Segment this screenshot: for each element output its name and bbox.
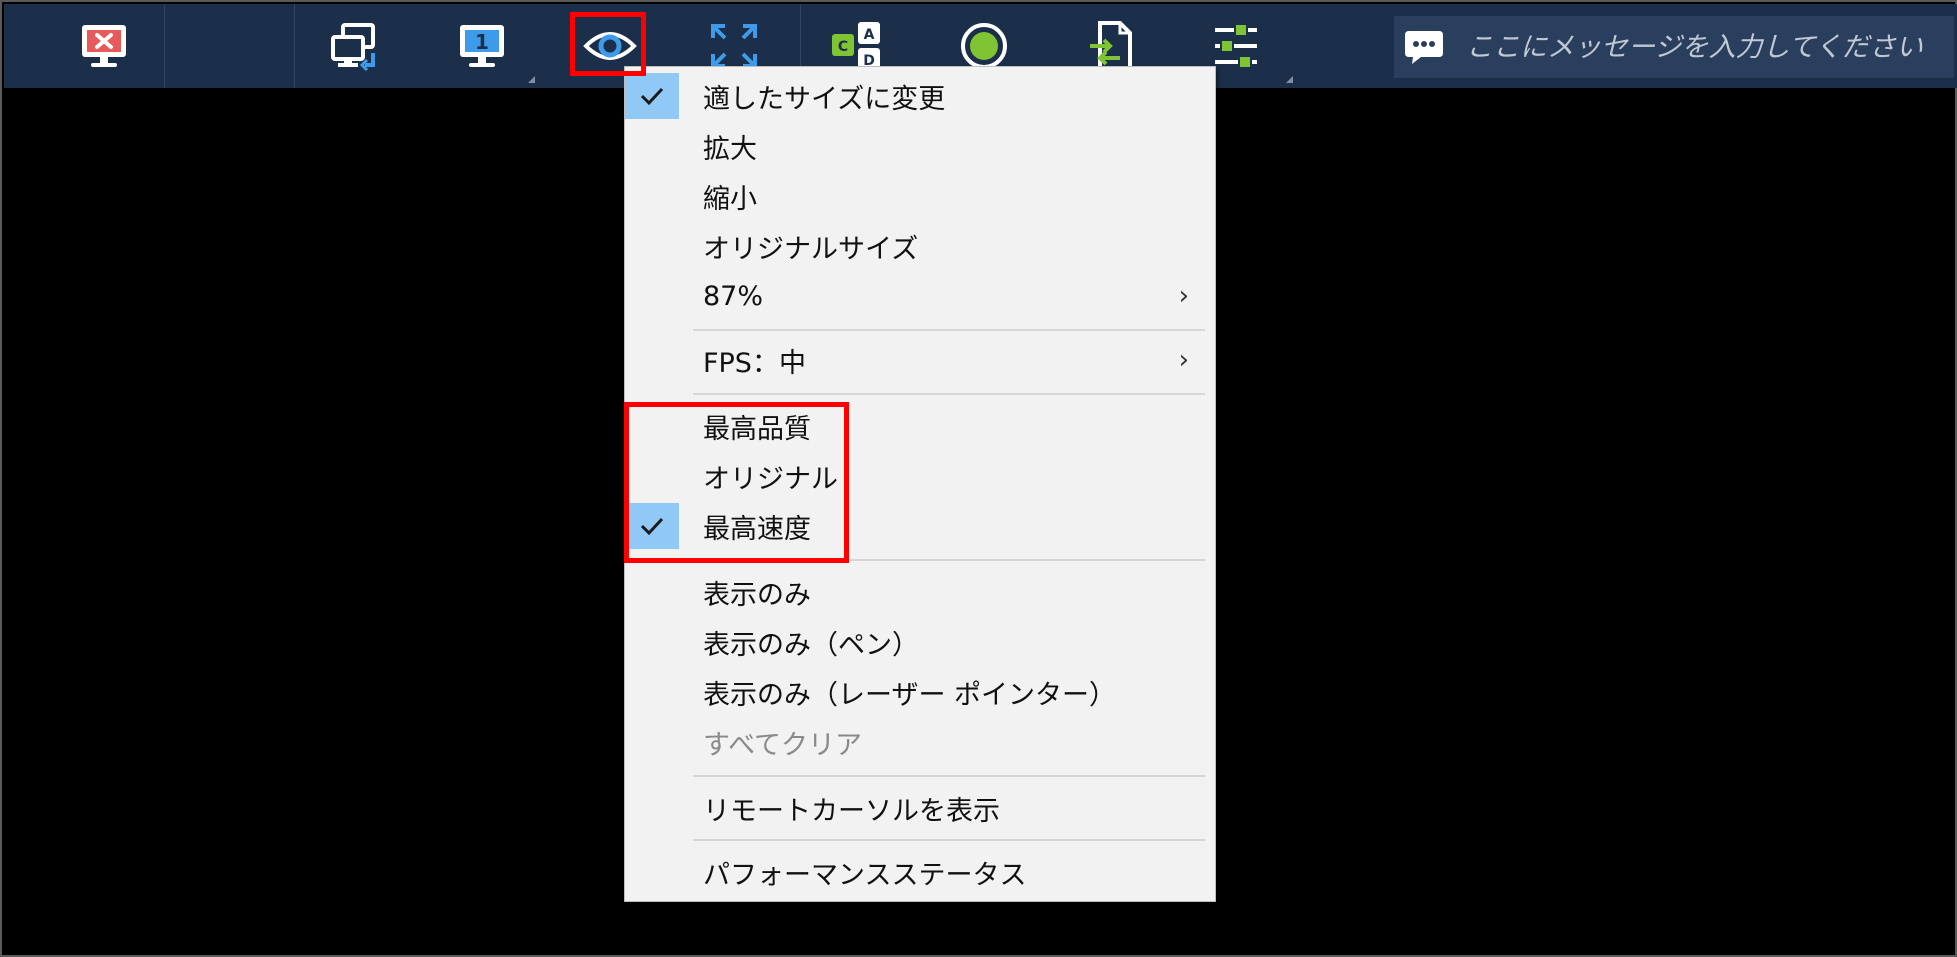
menu-separator (693, 393, 1205, 395)
sliders-settings-icon (1215, 23, 1257, 69)
toolbar-separator (294, 4, 295, 88)
highlight-box-view-button (570, 12, 646, 76)
menu-item-fps[interactable]: FPS：中 › (625, 335, 1215, 385)
menu-item-original-size[interactable]: オリジナルサイズ (625, 221, 1215, 271)
menu-item-view-only[interactable]: 表示のみ (625, 567, 1215, 617)
menu-item-label: リモートカーソルを表示 (703, 795, 1000, 827)
menu-item-label: 適したサイズに変更 (703, 83, 946, 115)
checkmark-icon (625, 73, 679, 119)
highlight-box-quality-options (624, 402, 849, 563)
monitor-dropdown-arrow[interactable] (528, 76, 535, 83)
menu-item-label: 縮小 (703, 183, 757, 215)
menu-item-performance-status[interactable]: パフォーマンスステータス (625, 847, 1215, 897)
chat-message-input[interactable] (1454, 16, 1954, 78)
submenu-chevron-icon: › (1178, 281, 1189, 311)
menu-item-label: 87% (703, 280, 764, 312)
monitor-select-button[interactable]: 1 (446, 14, 518, 78)
menu-item-label: すべてクリア (703, 729, 863, 761)
disconnect-button[interactable] (68, 14, 140, 78)
menu-item-fit-size[interactable]: 適したサイズに変更 (625, 71, 1215, 121)
menu-item-label: パフォーマンスステータス (703, 859, 1027, 891)
switch-monitor-button[interactable] (320, 14, 392, 78)
monitor-close-icon (82, 25, 126, 67)
menu-item-zoom-in[interactable]: 拡大 (625, 121, 1215, 171)
menu-separator (693, 329, 1205, 331)
record-circle-icon (961, 23, 1007, 69)
remote-desktop-window: 1 C A D ここにメッセージを入力してください 適したサイズに変更 拡大 縮… (0, 0, 1957, 957)
settings-dropdown-arrow[interactable] (1286, 76, 1293, 83)
svg-text:A: A (864, 27, 875, 43)
menu-item-label: 表示のみ（レーザー ポインター） (703, 679, 1117, 711)
monitor-switch-icon (331, 23, 375, 71)
menu-item-label: 表示のみ (703, 579, 811, 611)
keyboard-keys-icon: C A D (832, 22, 880, 70)
monitor-number: 1 (475, 30, 489, 54)
menu-item-view-only-pen[interactable]: 表示のみ（ペン） (625, 617, 1215, 667)
monitor-number-icon: 1 (460, 25, 504, 67)
file-transfer-icon (1090, 21, 1132, 71)
menu-separator (693, 775, 1205, 777)
menu-item-zoom-out[interactable]: 縮小 (625, 171, 1215, 221)
menu-item-zoom-percent[interactable]: 87% › (625, 271, 1215, 321)
menu-item-label: FPS：中 (703, 347, 806, 379)
menu-item-view-only-laser[interactable]: 表示のみ（レーザー ポインター） (625, 667, 1215, 717)
menu-item-label: オリジナルサイズ (703, 233, 919, 265)
chat-bubble-icon (1394, 16, 1454, 78)
fullscreen-expand-icon (711, 24, 757, 68)
submenu-chevron-icon: › (1178, 345, 1189, 375)
menu-item-label: 拡大 (703, 133, 757, 165)
toolbar-separator (164, 4, 165, 88)
chat-message-box (1394, 16, 1954, 78)
menu-item-show-remote-cursor[interactable]: リモートカーソルを表示 (625, 783, 1215, 833)
menu-item-clear-all: すべてクリア (625, 717, 1215, 767)
menu-separator (693, 839, 1205, 841)
menu-item-label: 表示のみ（ペン） (703, 629, 919, 661)
svg-text:C: C (838, 39, 848, 55)
